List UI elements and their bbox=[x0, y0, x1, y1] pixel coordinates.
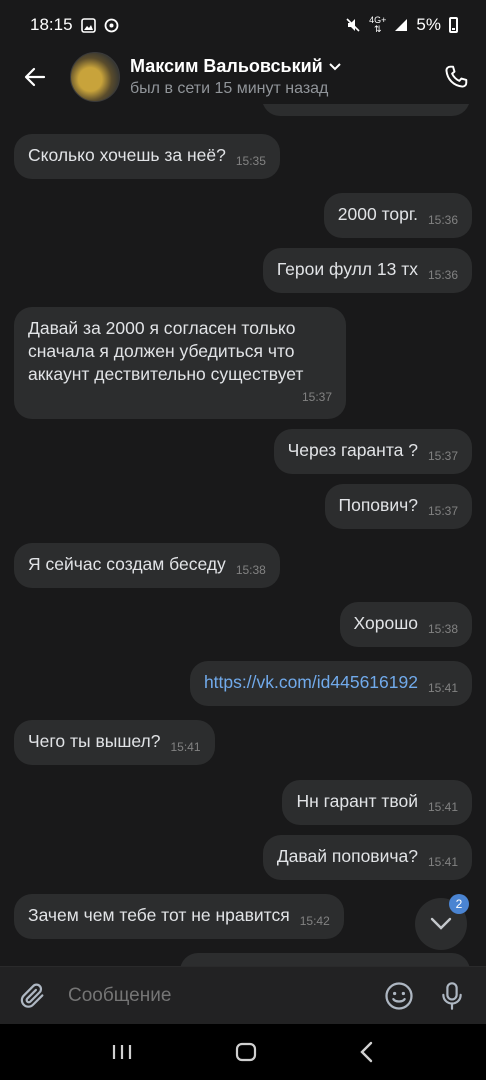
message-time: 15:37 bbox=[427, 449, 458, 463]
message-time: 15:41 bbox=[170, 740, 201, 754]
microphone-icon[interactable] bbox=[438, 981, 466, 1011]
message-time: 15:41 bbox=[427, 800, 458, 814]
status-time: 18:15 bbox=[30, 15, 73, 34]
message-bubble[interactable]: Нн гарант твой 15:41 bbox=[282, 780, 472, 825]
message-time: 15:38 bbox=[235, 563, 266, 577]
peer-info[interactable]: Максим Вальовський был в сети 15 минут н… bbox=[130, 56, 426, 98]
message-composer bbox=[0, 966, 486, 1025]
network-indicator: 4G+ ⇅ bbox=[369, 15, 387, 34]
phone-icon bbox=[445, 65, 468, 88]
message-bubble[interactable]: Попович? 15:37 bbox=[324, 484, 472, 529]
message-time: 15:41 bbox=[427, 855, 458, 869]
message-time: 15:42 bbox=[299, 914, 330, 928]
message-input[interactable] bbox=[66, 984, 384, 1008]
chat-header: Максим Вальовський был в сети 15 минут н… bbox=[0, 50, 486, 104]
message-bubble[interactable]: Через гаранта ? 15:37 bbox=[273, 429, 472, 474]
message-bubble[interactable]: Давай поповича? 15:41 bbox=[262, 835, 472, 880]
arrow-left-icon bbox=[24, 67, 46, 87]
message-bubble-partial bbox=[180, 953, 470, 966]
message-time: 15:35 bbox=[235, 154, 266, 168]
message-bubble[interactable]: Я сейчас создам беседу 15:38 bbox=[14, 543, 280, 588]
message-bubble-partial bbox=[262, 104, 470, 116]
message-link[interactable]: https://vk.com/id445616192 bbox=[204, 672, 418, 692]
recent-apps-icon[interactable] bbox=[111, 1042, 133, 1062]
message-bubble[interactable]: Хорошо 15:38 bbox=[339, 602, 472, 647]
message-time: 15:38 bbox=[427, 622, 458, 636]
unread-badge: 2 bbox=[449, 894, 469, 914]
message-list[interactable]: Сколько хочешь за неё? 15:35 2000 торг. 15… bbox=[0, 104, 486, 966]
avatar[interactable] bbox=[70, 52, 120, 102]
scroll-down-button[interactable]: 2 bbox=[415, 894, 469, 950]
message-bubble[interactable]: 2000 торг. 15:36 bbox=[323, 193, 472, 238]
paperclip-icon bbox=[20, 983, 44, 1008]
chevron-down-icon bbox=[329, 62, 341, 70]
battery-percent: 5% bbox=[416, 15, 441, 34]
peer-name: Максим Вальовський bbox=[130, 56, 323, 76]
system-nav-bar bbox=[0, 1024, 486, 1080]
message-time: 15:36 bbox=[427, 268, 458, 282]
message-bubble[interactable]: Давай за 2000 я согласен только сначала … bbox=[14, 307, 346, 419]
gallery-notification-icon bbox=[80, 17, 96, 33]
back-nav-icon[interactable] bbox=[359, 1041, 375, 1063]
message-time: 15:41 bbox=[427, 681, 458, 695]
status-bar: 18:15 4G+ ⇅ 5% bbox=[0, 0, 486, 50]
call-button[interactable] bbox=[426, 64, 486, 90]
message-bubble[interactable]: Зачем чем тебе тот не нравится 15:42 bbox=[14, 894, 344, 939]
message-bubble[interactable]: Герои фулл 13 тх 15:36 bbox=[262, 248, 472, 293]
message-time: 15:37 bbox=[427, 504, 458, 518]
back-button[interactable] bbox=[0, 65, 70, 89]
signal-icon bbox=[395, 19, 408, 31]
message-bubble[interactable]: https://vk.com/id445616192 15:41 bbox=[189, 661, 472, 706]
home-icon[interactable] bbox=[235, 1041, 257, 1063]
chevron-down-icon bbox=[430, 917, 452, 930]
message-time: 15:37 bbox=[301, 390, 332, 404]
peer-status: был в сети 15 минут назад bbox=[130, 80, 329, 97]
mute-icon bbox=[346, 18, 360, 32]
attach-button[interactable] bbox=[0, 982, 66, 1010]
message-bubble[interactable]: Сколько хочешь за неё? 15:35 bbox=[14, 134, 280, 179]
smiley-icon[interactable] bbox=[384, 981, 414, 1011]
message-time: 15:36 bbox=[427, 213, 458, 227]
sync-notification-icon bbox=[104, 18, 118, 32]
battery-icon bbox=[449, 17, 458, 33]
message-bubble[interactable]: Чего ты вышел? 15:41 bbox=[14, 720, 215, 765]
